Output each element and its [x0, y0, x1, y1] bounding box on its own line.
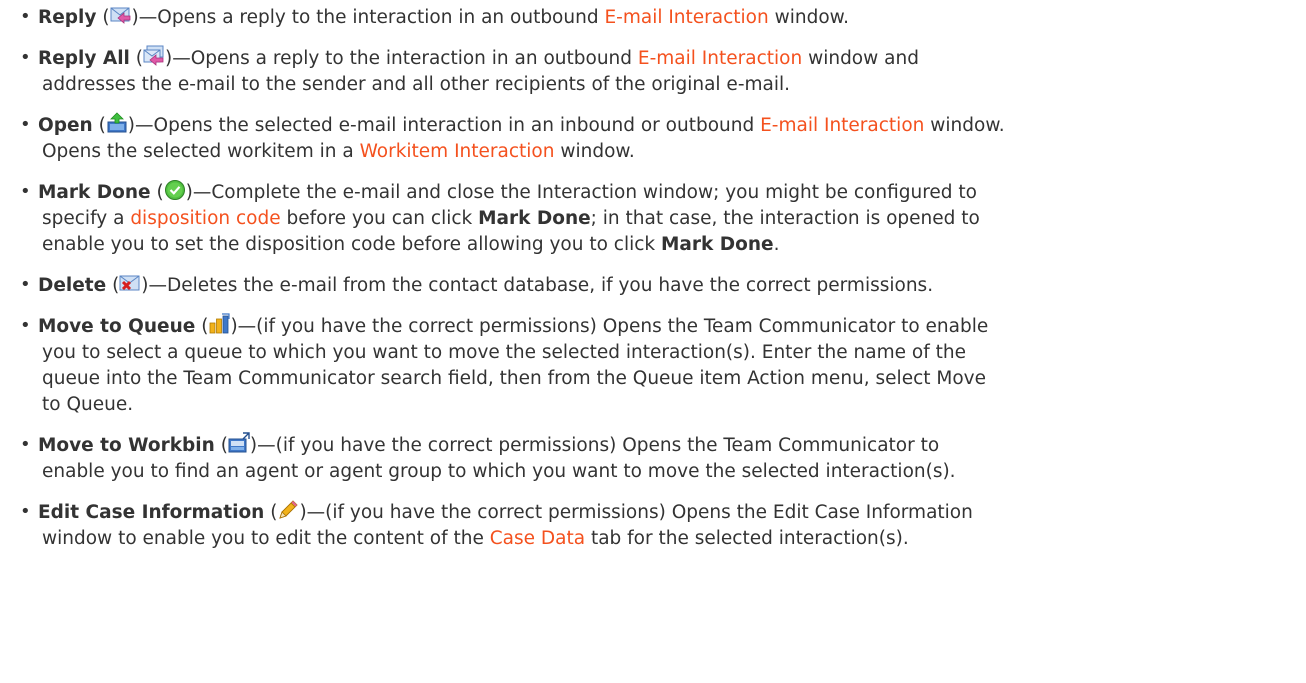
item-text: —(if you have the correct permissions) O… [306, 502, 973, 523]
link-workitem-interaction[interactable]: Workitem Interaction [360, 141, 555, 162]
list-item-delete: Delete ()—Deletes the e-mail from the co… [14, 272, 1298, 299]
item-text: . [773, 234, 780, 255]
item-text: enable you to set the disposition code b… [42, 234, 662, 255]
link-case-data[interactable]: Case Data [490, 528, 585, 549]
list-item-reply-all: Reply All ()—Opens a reply to the intera… [14, 45, 1298, 98]
term-delete: Delete [38, 275, 107, 296]
item-text: window and [802, 48, 919, 69]
item-text: —Opens the selected e-mail interaction i… [135, 115, 761, 136]
item-text: enable you to find an agent or agent gro… [42, 461, 956, 482]
term-mark-done-inline: Mark Done [478, 208, 591, 229]
item-text: before you can click [280, 208, 479, 229]
link-email-interaction[interactable]: E-mail Interaction [604, 7, 768, 28]
item-text: window. [768, 7, 849, 28]
item-text: window. [554, 141, 635, 162]
list-item-edit-case-information: Edit Case Information ()—(if you have th… [14, 499, 1298, 552]
item-text: you to select a queue to which you want … [42, 342, 966, 363]
document-body: Reply ()—Opens a reply to the interactio… [0, 0, 1306, 683]
item-text: tab for the selected interaction(s). [585, 528, 909, 549]
reply-icon [110, 4, 132, 26]
item-text: —Deletes the e-mail from the contact dat… [148, 275, 934, 296]
item-text: Opens the selected workitem in a [42, 141, 360, 162]
link-email-interaction[interactable]: E-mail Interaction [638, 48, 802, 69]
list-item-reply: Reply ()—Opens a reply to the interactio… [14, 4, 1298, 31]
list-item-move-to-queue: Move to Queue ()—(if you have the correc… [14, 313, 1298, 418]
list-item-mark-done: Mark Done ()—Complete the e-mail and clo… [14, 179, 1298, 258]
list-item-open: Open ()—Opens the selected e-mail intera… [14, 112, 1298, 165]
item-text: window. [924, 115, 1005, 136]
term-open: Open [38, 115, 93, 136]
item-text: window to enable you to edit the content… [42, 528, 490, 549]
list-item-move-to-workbin: Move to Workbin ()—(if you have the corr… [14, 432, 1298, 485]
term-mark-done-inline: Mark Done [661, 234, 774, 255]
delete-icon [119, 272, 141, 294]
item-text: —Opens a reply to the interaction in an … [172, 48, 638, 69]
term-edit-case-information: Edit Case Information [38, 502, 265, 523]
item-text: —Opens a reply to the interaction in an … [138, 7, 605, 28]
item-text: queue into the Team Communicator search … [42, 368, 986, 389]
term-reply-all: Reply All [38, 48, 130, 69]
item-text: —(if you have the correct permissions) O… [257, 435, 940, 456]
item-text: to Queue. [42, 394, 134, 415]
mark-done-icon [164, 179, 186, 201]
term-mark-done: Mark Done [38, 182, 151, 203]
move-to-queue-icon [208, 313, 231, 335]
item-text: specify a [42, 208, 131, 229]
item-text: —Complete the e-mail and close the Inter… [192, 182, 977, 203]
term-move-to-queue: Move to Queue [38, 316, 196, 337]
move-to-workbin-icon [228, 432, 250, 454]
item-text: ; in that case, the interaction is opene… [590, 208, 980, 229]
link-disposition-code[interactable]: disposition code [130, 208, 280, 229]
reply-all-icon [143, 45, 165, 67]
link-email-interaction[interactable]: E-mail Interaction [760, 115, 924, 136]
item-text: —(if you have the correct permissions) O… [237, 316, 989, 337]
open-icon [106, 112, 128, 134]
term-move-to-workbin: Move to Workbin [38, 435, 215, 456]
item-text: addresses the e-mail to the sender and a… [42, 74, 791, 95]
term-reply: Reply [38, 7, 97, 28]
edit-case-information-icon [277, 499, 299, 521]
action-list: Reply ()—Opens a reply to the interactio… [14, 4, 1298, 552]
